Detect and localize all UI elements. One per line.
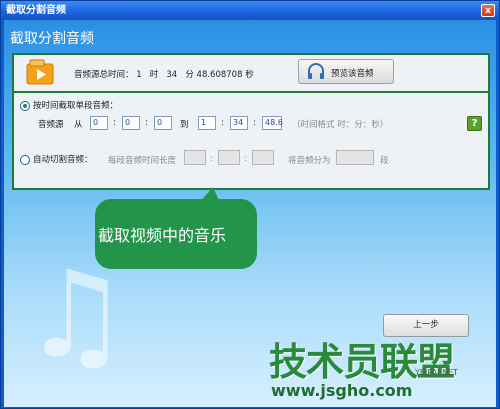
- start-second-input[interactable]: 0: [154, 116, 172, 130]
- option-auto-toggle[interactable]: 自动切割音频：: [20, 153, 93, 165]
- duration-seconds: 48.608708: [196, 70, 243, 80]
- time-format-hint: （时间格式 时：分：秒）: [292, 120, 389, 130]
- hours-unit: 时: [149, 70, 159, 80]
- separator: :: [210, 154, 213, 164]
- radio-auto-split[interactable]: [20, 154, 30, 165]
- segment-count-input[interactable]: [336, 150, 374, 165]
- separator: :: [253, 118, 256, 128]
- close-button[interactable]: x: [481, 4, 495, 17]
- minutes-unit: 分: [185, 70, 194, 80]
- from-label: 从: [74, 120, 83, 130]
- separator: :: [145, 118, 148, 128]
- music-note-decoration: ♫: [22, 246, 130, 385]
- title-bar: 截取分割音频 x: [1, 1, 499, 20]
- page-title: 截取分割音频: [10, 31, 94, 47]
- headphone-icon: [308, 63, 324, 79]
- seconds-unit: 秒: [245, 70, 254, 80]
- settings-panel: 音频源总时间： 1 时 34 分 48.608708 秒 预览该音频 按时间截取…: [12, 53, 490, 190]
- close-icon: x: [485, 6, 491, 16]
- option-by-time-label: 按时间截取单段音频：: [33, 101, 119, 111]
- split-into-label: 将音频分为: [288, 156, 331, 166]
- watermark: 技术员联盟 YEIPAI.NET www.jsgho.com: [265, 331, 495, 407]
- time-range-row: 音频源 从 0 : 0 : 0 到 1 : 34 : 48.6 （时间格式 时：…: [38, 116, 478, 131]
- option-auto-split: 自动切割音频： 每段音频时间长度 : : 将音频分为 段: [20, 150, 480, 170]
- segment-unit: 段: [380, 156, 389, 166]
- end-hour-input[interactable]: 1: [198, 116, 216, 130]
- watermark-main: 技术员联盟: [269, 340, 455, 384]
- start-hour-input[interactable]: 0: [90, 116, 108, 130]
- preview-audio-button[interactable]: 预览该音频: [298, 59, 394, 84]
- segment-minute-input[interactable]: [218, 150, 240, 165]
- segment-hour-input[interactable]: [184, 150, 206, 165]
- duration-minutes: 34: [166, 70, 178, 80]
- to-label: 到: [180, 120, 189, 130]
- help-icon[interactable]: ?: [467, 116, 482, 131]
- end-minute-input[interactable]: 34: [230, 116, 248, 130]
- media-file-icon: [26, 59, 54, 85]
- watermark-small: YEIPAI.NET: [415, 368, 458, 377]
- start-minute-input[interactable]: 0: [122, 116, 140, 130]
- end-second-input[interactable]: 48.6: [262, 116, 283, 130]
- caption-text: 截取视频中的音乐: [98, 226, 227, 245]
- audio-duration: 音频源总时间： 1 时 34 分 48.608708 秒: [74, 68, 254, 80]
- source-label: 音频源: [38, 120, 64, 130]
- segment-length-label: 每段音频时间长度: [108, 156, 177, 166]
- segment-second-input[interactable]: [252, 150, 274, 165]
- window-title: 截取分割音频: [6, 5, 66, 16]
- duration-label: 音频源总时间：: [74, 70, 134, 80]
- audio-info-row: 音频源总时间： 1 时 34 分 48.608708 秒 预览该音频: [14, 55, 488, 93]
- separator: :: [221, 118, 224, 128]
- watermark-url: www.jsgho.com: [271, 381, 413, 400]
- app-window: 截取分割音频 x 截取分割音频 音频源总时间： 1 时 34 分 48.6087…: [0, 0, 500, 409]
- duration-hours: 1: [136, 70, 142, 80]
- option-by-time[interactable]: 按时间截取单段音频：: [20, 99, 118, 111]
- option-auto-label: 自动切割音频：: [33, 155, 93, 165]
- separator: :: [113, 118, 116, 128]
- separator: :: [244, 154, 247, 164]
- preview-button-label: 预览该音频: [331, 69, 374, 79]
- radio-by-time[interactable]: [20, 100, 30, 111]
